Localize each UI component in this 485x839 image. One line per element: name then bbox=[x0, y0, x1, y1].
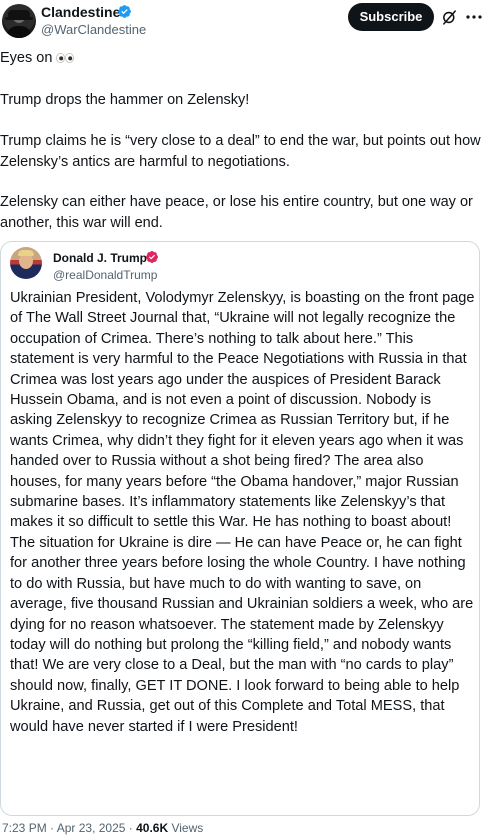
verified-badge-icon bbox=[146, 251, 158, 263]
author-handle[interactable]: @WarClandestine bbox=[41, 22, 146, 37]
views-label: Views bbox=[168, 821, 204, 835]
more-options-icon[interactable] bbox=[466, 14, 482, 20]
quoted-author-handle[interactable]: @realDonaldTrump bbox=[53, 268, 157, 282]
tweet-paragraph: Trump drops the hammer on Zelensky! bbox=[0, 91, 250, 108]
grok-icon[interactable] bbox=[441, 9, 458, 26]
meta-separator: · bbox=[125, 821, 137, 835]
verified-badge-icon bbox=[118, 5, 131, 18]
quoted-post[interactable]: Donald J. Trump @realDonaldTrump Ukraini… bbox=[0, 241, 480, 816]
quoted-post-text: Ukrainian President, Volodymyr Zelenskyy… bbox=[10, 290, 475, 735]
tweet-text: Eyes on Trump drops the hammer on Zelens… bbox=[0, 48, 484, 253]
author-avatar[interactable] bbox=[2, 4, 36, 38]
quoted-author-name[interactable]: Donald J. Trump bbox=[53, 251, 147, 265]
tweet-meta: 7:23 PM · Apr 23, 2025 · 40.6K Views bbox=[2, 821, 203, 835]
post-time[interactable]: 7:23 PM bbox=[2, 821, 47, 835]
tweet-line-eyes: Eyes on bbox=[0, 48, 484, 69]
quoted-author-avatar[interactable] bbox=[10, 247, 42, 279]
tweet-paragraph: Zelensky can either have peace, or lose … bbox=[0, 194, 473, 231]
meta-separator: · bbox=[46, 821, 57, 835]
subscribe-button[interactable]: Subscribe bbox=[348, 3, 434, 31]
tweet-paragraph: Trump claims he is “very close to a deal… bbox=[0, 133, 481, 170]
author-name[interactable]: Clandestine bbox=[41, 4, 120, 20]
tweet-header: Clandestine @WarClandestine Subscribe bbox=[0, 0, 485, 44]
post-date[interactable]: Apr 23, 2025 bbox=[57, 821, 126, 835]
eyes-emoji-icon bbox=[56, 53, 75, 63]
views-count[interactable]: 40.6K bbox=[136, 821, 168, 835]
